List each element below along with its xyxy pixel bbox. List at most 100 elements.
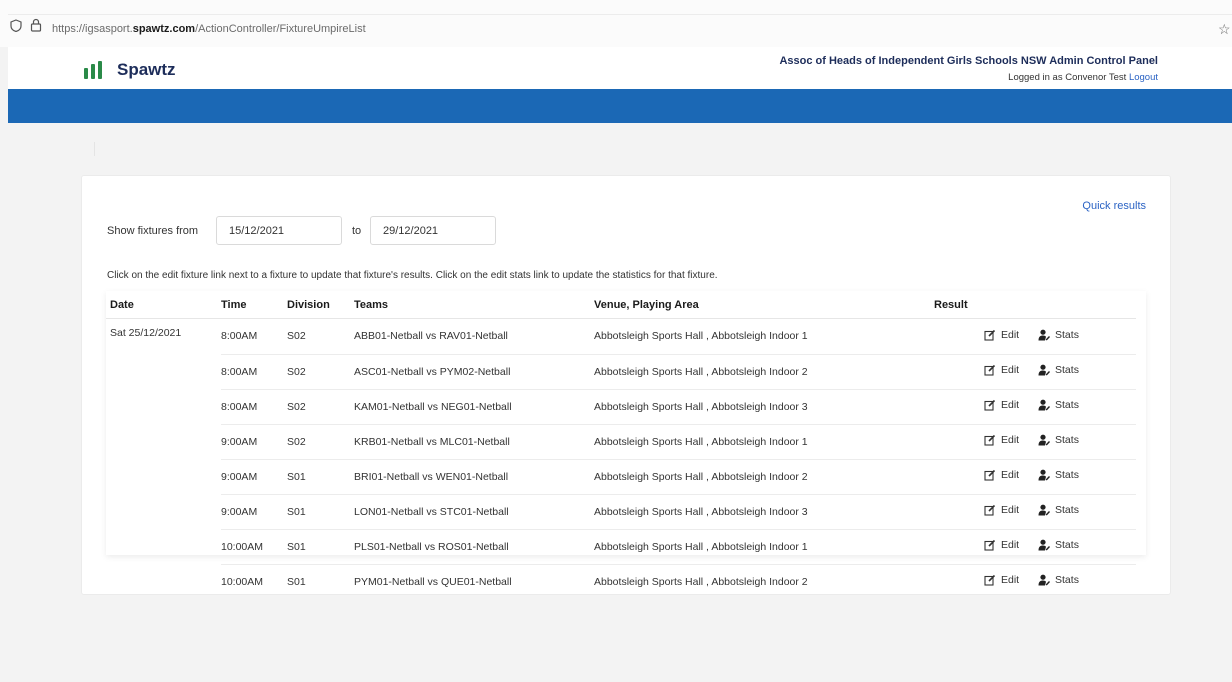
date-cell — [106, 564, 221, 599]
table-row: Sat 25/12/2021 8:00AM S02 ABB01-Netball … — [106, 318, 1136, 355]
url-domain: spawtz.com — [132, 23, 196, 35]
time-cell: 9:00AM — [221, 424, 287, 460]
division-cell: S01 — [287, 494, 354, 530]
divider — [94, 142, 95, 156]
teams-cell: KAM01-Netball vs NEG01-Netball — [354, 389, 594, 425]
quick-results-link[interactable]: Quick results — [1082, 200, 1146, 212]
edit-label: Edit — [1001, 434, 1020, 446]
date-cell — [106, 494, 221, 529]
edit-fixture-link[interactable]: Edit — [984, 434, 1019, 446]
to-date-input[interactable] — [370, 216, 496, 245]
edit-icon — [984, 539, 996, 551]
column-header-venue: Venue, Playing Area — [594, 291, 934, 319]
time-cell: 8:00AM — [221, 354, 287, 390]
result-cell — [934, 459, 984, 495]
edit-stats-link[interactable]: Stats — [1038, 364, 1079, 376]
stats-label: Stats — [1055, 539, 1079, 551]
stats-label: Stats — [1055, 434, 1079, 446]
actions-cell: Edit Stats — [984, 354, 1136, 390]
edit-fixture-link[interactable]: Edit — [984, 329, 1019, 341]
result-cell — [934, 424, 984, 460]
fixtures-card: Quick results Show fixtures from to Clic… — [81, 175, 1171, 595]
division-cell: S02 — [287, 424, 354, 460]
actions-cell: Edit Stats — [984, 424, 1136, 460]
bookmark-star-icon[interactable]: ☆ — [1218, 22, 1231, 36]
login-status: Logged in as Convenor Test Logout — [1008, 72, 1158, 83]
teams-cell: ABB01-Netball vs RAV01-Netball — [354, 318, 594, 355]
url-prefix: https://igsasport. — [52, 23, 133, 35]
time-cell: 10:00AM — [221, 575, 264, 588]
result-cell — [934, 494, 984, 530]
from-date-input[interactable] — [216, 216, 342, 245]
table-row: 10:00AM S01 PLS01-Netball vs ROS01-Netba… — [106, 529, 1136, 565]
column-header-date: Date — [106, 291, 221, 319]
edit-stats-link[interactable]: Stats — [1038, 469, 1079, 481]
teams-cell: BRI01-Netball vs WEN01-Netball — [354, 459, 594, 495]
url-text[interactable]: https://igsasport.spawtz.com/ActionContr… — [52, 23, 366, 35]
logo-bars-icon — [84, 61, 106, 79]
venue-cell: Abbotsleigh Sports Hall , Abbotsleigh In… — [594, 424, 934, 460]
edit-fixture-link[interactable]: Edit — [984, 364, 1019, 376]
lock-icon[interactable] — [30, 18, 42, 32]
venue-cell: Abbotsleigh Sports Hall , Abbotsleigh In… — [594, 318, 934, 355]
edit-stats-link[interactable]: Stats — [1038, 539, 1079, 551]
time-cell: 9:00AM — [221, 494, 287, 530]
edit-icon — [984, 399, 996, 411]
to-label: to — [352, 225, 362, 237]
date-cell — [106, 354, 221, 389]
logo-text: Spawtz — [117, 60, 176, 79]
date-cell: Sat 25/12/2021 — [110, 327, 182, 339]
user-stats-icon — [1038, 539, 1051, 551]
edit-stats-link[interactable]: Stats — [1038, 434, 1079, 446]
column-header-time: Time — [221, 291, 287, 319]
fixtures-table-body: Sat 25/12/2021 8:00AM S02 ABB01-Netball … — [106, 318, 1136, 600]
actions-cell: Edit Stats — [984, 564, 1136, 599]
venue-cell: Abbotsleigh Sports Hall , Abbotsleigh In… — [594, 459, 934, 495]
edit-fixture-link[interactable]: Edit — [984, 504, 1019, 516]
table-header-row: Date Time Division Teams Venue, Playing … — [106, 291, 1136, 319]
edit-stats-link[interactable]: Stats — [1038, 399, 1079, 411]
edit-stats-link[interactable]: Stats — [1038, 329, 1079, 341]
date-cell — [106, 459, 221, 494]
result-cell — [934, 389, 984, 425]
stats-label: Stats — [1055, 574, 1079, 587]
result-cell — [934, 529, 984, 565]
logout-link[interactable]: Logout — [1129, 72, 1158, 83]
time-cell: 9:00AM — [221, 459, 287, 495]
actions-cell: Edit Stats — [984, 318, 1136, 355]
time-cell: 10:00AM — [221, 529, 287, 565]
result-cell — [934, 354, 984, 390]
time-cell: 8:00AM — [221, 318, 287, 355]
page: Spawtz Assoc of Heads of Independent Gir… — [8, 47, 1232, 682]
actions-cell: Edit Stats — [984, 459, 1136, 495]
teams-cell: LON01-Netball vs STC01-Netball — [354, 494, 594, 530]
table-row: 10:00AM S01 PYM01-Netball vs QUE01-Netba… — [106, 564, 1136, 599]
edit-label: Edit — [1001, 469, 1020, 481]
edit-fixture-link[interactable]: Edit — [984, 469, 1019, 481]
edit-fixture-link[interactable]: Edit — [984, 574, 1019, 586]
date-cell — [106, 424, 221, 459]
column-header-result: Result — [934, 291, 984, 319]
user-stats-icon — [1038, 329, 1051, 341]
edit-stats-link[interactable]: Stats — [1038, 504, 1079, 516]
table-row: 9:00AM S02 KRB01-Netball vs MLC01-Netbal… — [106, 424, 1136, 460]
edit-fixture-link[interactable]: Edit — [984, 539, 1019, 551]
user-stats-icon — [1038, 504, 1051, 516]
shield-icon[interactable] — [10, 19, 22, 32]
show-fixtures-label: Show fixtures from — [107, 225, 199, 237]
stats-label: Stats — [1055, 328, 1079, 341]
actions-cell: Edit Stats — [984, 529, 1136, 565]
teams-cell: KRB01-Netball vs MLC01-Netball — [354, 424, 594, 460]
site-header: Spawtz Assoc of Heads of Independent Gir… — [8, 47, 1232, 89]
edit-stats-link[interactable]: Stats — [1038, 574, 1079, 586]
table-row: 9:00AM S01 BRI01-Netball vs WEN01-Netbal… — [106, 459, 1136, 495]
nav-bar — [8, 89, 1232, 123]
division-cell: S01 — [287, 575, 306, 588]
teams-cell: PLS01-Netball vs ROS01-Netball — [354, 529, 594, 565]
result-cell — [934, 564, 984, 599]
edit-fixture-link[interactable]: Edit — [984, 399, 1019, 411]
venue-cell: Abbotsleigh Sports Hall , Abbotsleigh In… — [594, 575, 808, 588]
fixtures-table-container: Date Time Division Teams Venue, Playing … — [106, 291, 1146, 588]
actions-cell: Edit Stats — [984, 389, 1136, 425]
time-cell: 8:00AM — [221, 389, 287, 425]
